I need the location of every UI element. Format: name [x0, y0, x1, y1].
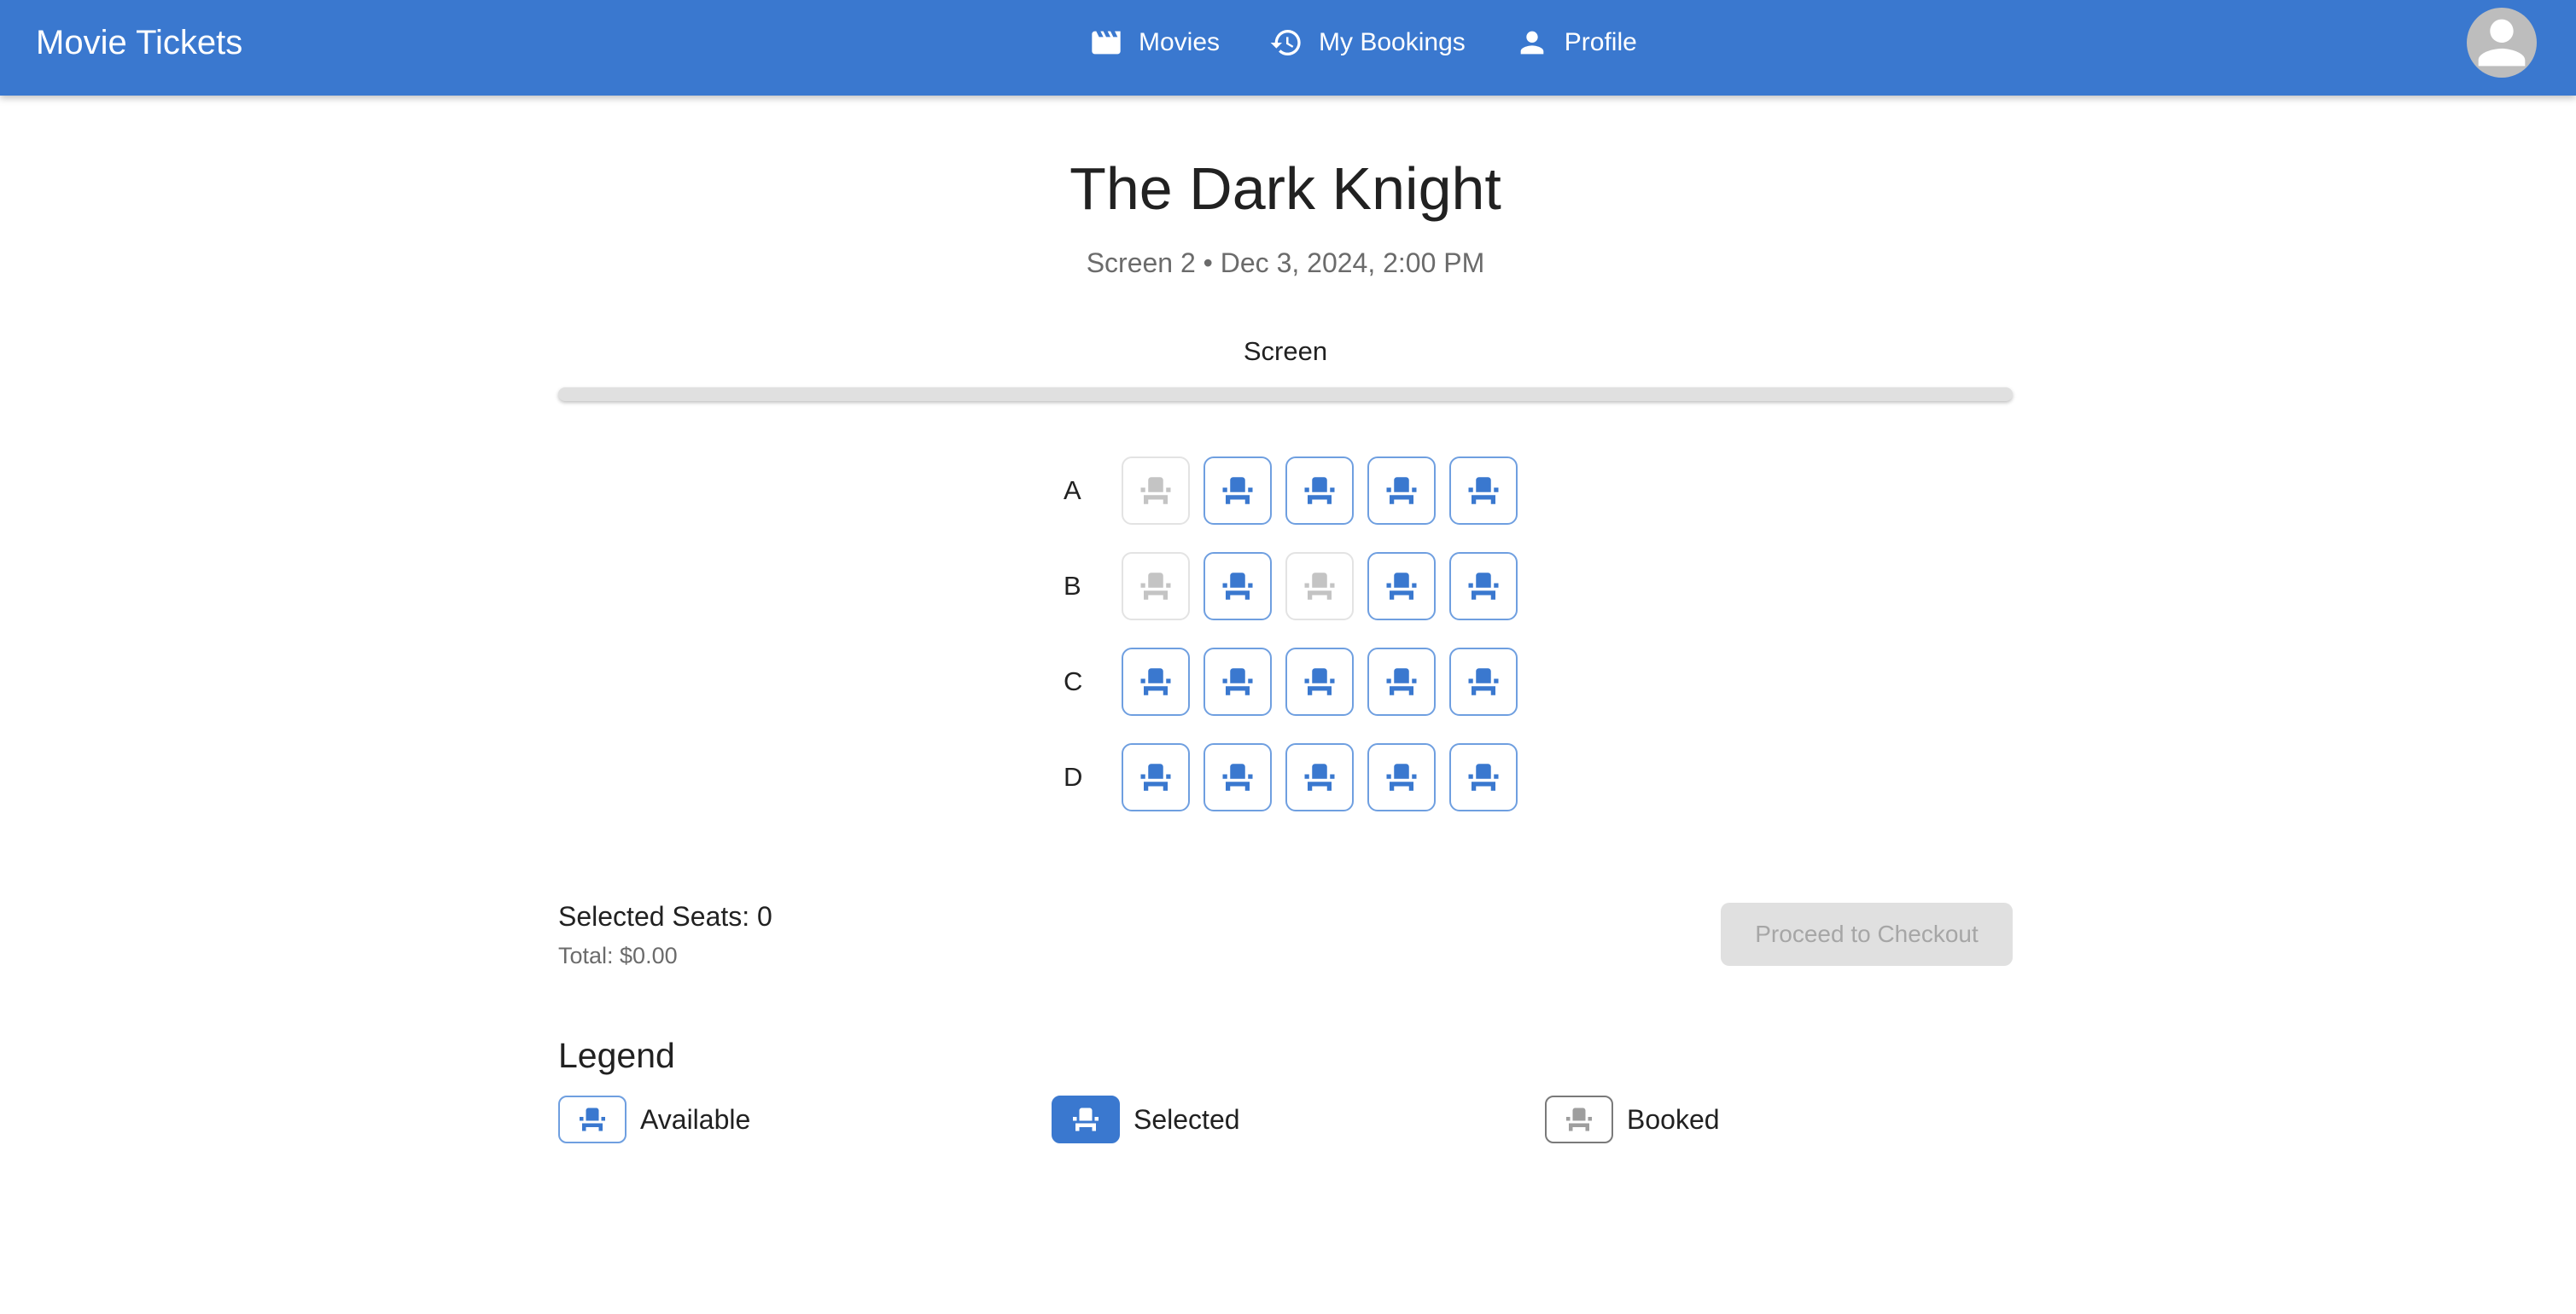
seat-d1[interactable]: [1122, 743, 1190, 811]
seat-a3[interactable]: [1285, 456, 1354, 525]
seat-icon: [1566, 1108, 1592, 1131]
seat-icon: [1140, 764, 1171, 791]
seat-c2[interactable]: [1203, 648, 1272, 716]
seat-icon: [1468, 477, 1499, 504]
row-label: A: [1064, 475, 1081, 505]
seat-icon: [1304, 573, 1335, 600]
legend-available: Available: [558, 1096, 750, 1143]
row-label: B: [1064, 571, 1081, 601]
seat-row: A: [1064, 456, 1531, 526]
seat-c3[interactable]: [1285, 648, 1354, 716]
seat-icon: [1073, 1108, 1099, 1131]
showtime-info: Screen 2 • Dec 3, 2024, 2:00 PM: [1086, 247, 1485, 278]
app-bar: Movie Tickets Movies My Bookings Profile: [0, 0, 2576, 96]
nav-my-bookings[interactable]: My Bookings: [1257, 17, 1477, 68]
seat-c5[interactable]: [1449, 648, 1518, 716]
seat-c1[interactable]: [1122, 648, 1190, 716]
total-price: Total: $0.00: [558, 943, 678, 968]
seat-b2[interactable]: [1203, 552, 1272, 620]
seat-icon: [1304, 764, 1335, 791]
seat-a5[interactable]: [1449, 456, 1518, 525]
seat-icon: [1304, 668, 1335, 695]
legend-selected: Selected: [1052, 1096, 1240, 1143]
seat-row: B: [1064, 551, 1531, 621]
legend-booked-swatch: [1545, 1096, 1613, 1143]
proceed-to-checkout-button[interactable]: Proceed to Checkout: [1721, 903, 2013, 966]
legend-available-swatch: [558, 1096, 627, 1143]
seat-d5[interactable]: [1449, 743, 1518, 811]
nav-profile-label: Profile: [1564, 28, 1637, 56]
person-icon: [1520, 31, 1544, 55]
seat-icon: [1386, 668, 1417, 695]
row-label: D: [1064, 762, 1083, 792]
legend-title: Legend: [558, 1036, 675, 1075]
app-title[interactable]: Movie Tickets: [36, 0, 242, 85]
seat-a2[interactable]: [1203, 456, 1272, 525]
seat-d3[interactable]: [1285, 743, 1354, 811]
seat-d4[interactable]: [1367, 743, 1436, 811]
legend-selected-label: Selected: [1134, 1103, 1240, 1135]
legend-selected-swatch: [1052, 1096, 1120, 1143]
selected-seats-count: Selected Seats: 0: [558, 901, 772, 932]
seat-icon: [1222, 573, 1253, 600]
seat-icon: [1386, 573, 1417, 600]
nav-my-bookings-label: My Bookings: [1319, 28, 1466, 56]
nav-profile[interactable]: Profile: [1503, 17, 1649, 68]
seat-b4[interactable]: [1367, 552, 1436, 620]
seat-icon: [1222, 477, 1253, 504]
seat-icon: [1222, 764, 1253, 791]
seat-icon: [580, 1108, 605, 1131]
seat-icon: [1140, 668, 1171, 695]
movie-icon: [1092, 31, 1121, 55]
movie-title: The Dark Knight: [1069, 155, 1501, 222]
legend-booked: Booked: [1545, 1096, 1720, 1143]
seat-icon: [1386, 764, 1417, 791]
legend-available-label: Available: [640, 1103, 751, 1135]
seat-icon: [1468, 764, 1499, 791]
avatar-icon: [2478, 19, 2526, 67]
seat-a4[interactable]: [1367, 456, 1436, 525]
seat-icon: [1140, 477, 1171, 504]
seat-icon: [1386, 477, 1417, 504]
seat-icon: [1304, 477, 1335, 504]
nav-movies[interactable]: Movies: [1077, 17, 1232, 68]
seat-a1: [1122, 456, 1190, 525]
seat-d2[interactable]: [1203, 743, 1272, 811]
seat-icon: [1468, 573, 1499, 600]
screen-bar: [558, 387, 2013, 401]
row-label: C: [1064, 666, 1083, 696]
history-icon: [1270, 30, 1301, 56]
seat-icon: [1140, 573, 1171, 600]
seat-row: D: [1064, 742, 1531, 812]
seat-row: C: [1064, 647, 1531, 717]
seat-icon: [1468, 668, 1499, 695]
seat-b3: [1285, 552, 1354, 620]
seat-b1: [1122, 552, 1190, 620]
nav-movies-label: Movies: [1139, 28, 1221, 56]
legend-booked-label: Booked: [1627, 1103, 1720, 1135]
user-avatar[interactable]: [2467, 8, 2537, 78]
seat-c4[interactable]: [1367, 648, 1436, 716]
main-nav: Movies My Bookings Profile: [1077, 0, 1649, 85]
seat-b5[interactable]: [1449, 552, 1518, 620]
seat-icon: [1222, 668, 1253, 695]
screen-label: Screen: [1243, 336, 1328, 366]
